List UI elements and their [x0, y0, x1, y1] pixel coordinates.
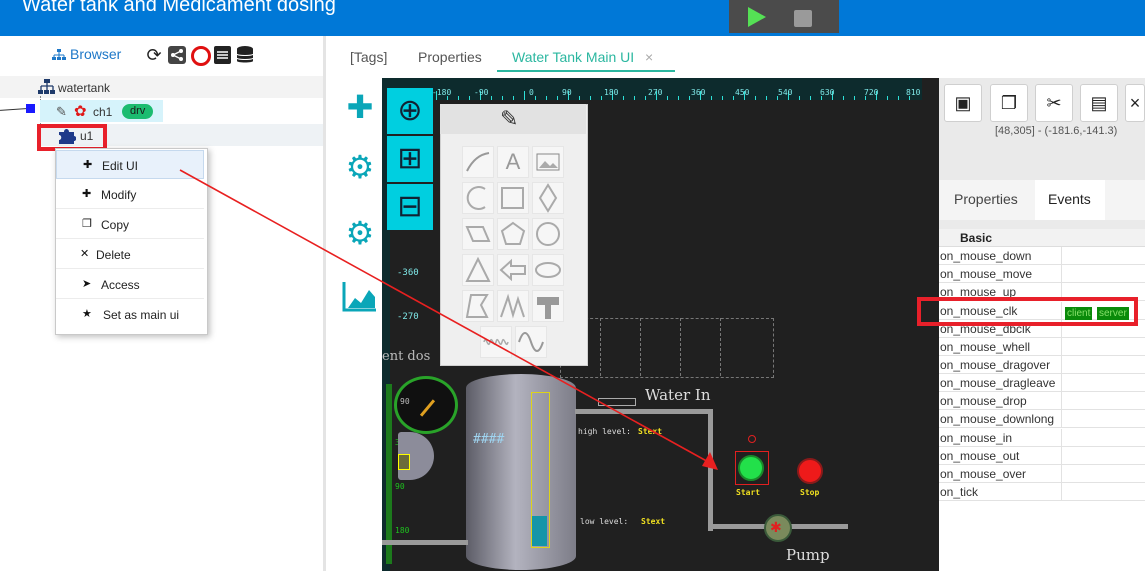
event-row[interactable]: on_mouse_dragleave — [939, 374, 1145, 392]
tab-properties-panel[interactable]: Properties — [954, 191, 1018, 207]
highlight-box — [917, 297, 1138, 326]
event-row[interactable]: on_mouse_whell — [939, 338, 1145, 356]
save-icon[interactable]: ▣ — [944, 84, 982, 122]
event-row[interactable]: on_mouse_over — [939, 465, 1145, 483]
cut-icon[interactable]: ✂ — [1035, 84, 1073, 122]
coordinate-readout: [48,305] - (-181.6,-141.3) — [995, 125, 1118, 137]
event-row[interactable]: on_mouse_drop — [939, 392, 1145, 410]
close-icon[interactable]: × — [1125, 84, 1145, 122]
paste-icon[interactable]: ▤ — [1080, 84, 1118, 122]
event-row[interactable]: on_mouse_move — [939, 265, 1145, 283]
event-row[interactable]: on_mouse_downlong — [939, 410, 1145, 428]
events-group-label: Basic — [960, 231, 993, 245]
event-row[interactable]: on_tick — [939, 483, 1145, 501]
event-row[interactable]: on_mouse_dragover — [939, 356, 1145, 374]
event-row[interactable]: on_mouse_down — [939, 247, 1145, 265]
event-row[interactable]: on_mouse_out — [939, 447, 1145, 465]
event-row[interactable]: on_mouse_in — [939, 429, 1145, 447]
copy-icon[interactable]: ❐ — [990, 84, 1028, 122]
tab-events[interactable]: Events — [1048, 191, 1091, 207]
